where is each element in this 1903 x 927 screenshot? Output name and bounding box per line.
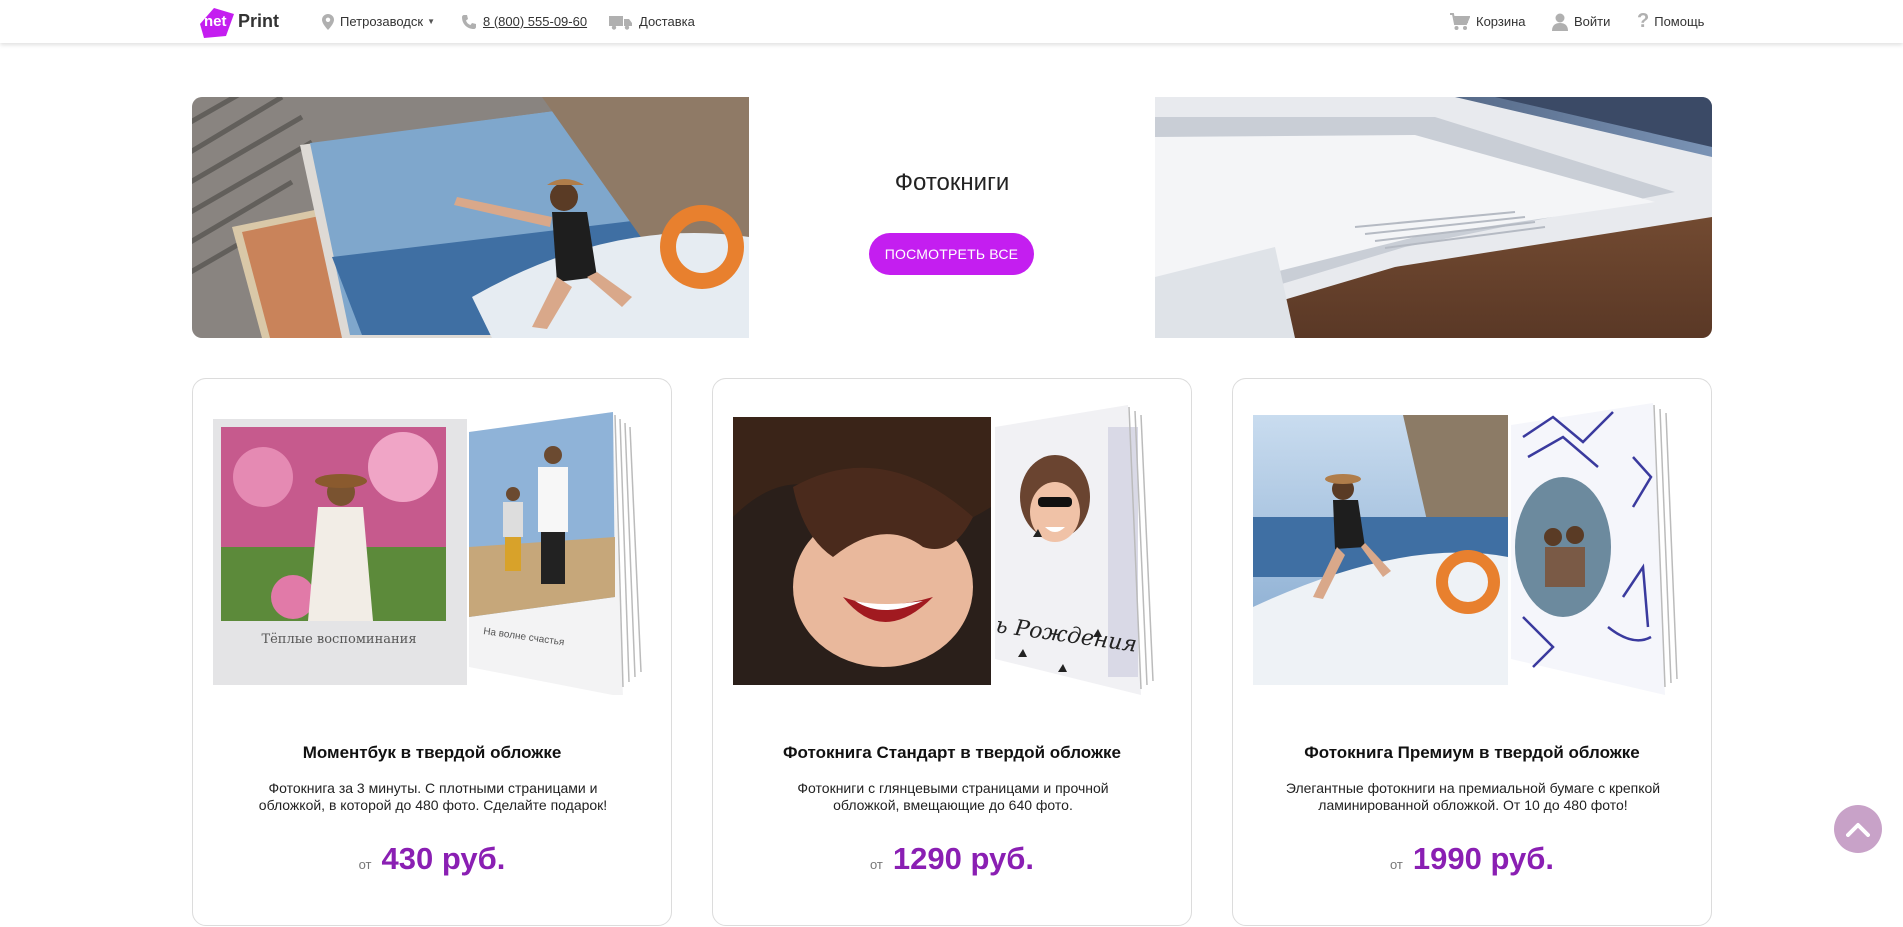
- location-pin-icon: [322, 13, 334, 30]
- price-value: 1990 руб.: [1412, 841, 1554, 876]
- price-value: 1290 руб.: [892, 841, 1034, 876]
- product-price: от 1990 руб.: [1233, 841, 1711, 877]
- cart-icon: [1450, 12, 1470, 30]
- delivery-link[interactable]: Доставка: [609, 0, 695, 43]
- cart-label: Корзина: [1476, 14, 1526, 29]
- help-label: Помощь: [1654, 14, 1705, 29]
- product-title[interactable]: Фотокнига Премиум в твердой обложке: [1233, 743, 1711, 763]
- product-price: от 1290 руб.: [713, 841, 1191, 877]
- product-card-momentbook[interactable]: Тёплые воспоминания На волне счастья Мом…: [192, 378, 672, 926]
- price-prefix: от: [869, 857, 883, 872]
- help-link[interactable]: ? Помощь: [1637, 0, 1704, 43]
- price-prefix: от: [358, 857, 372, 872]
- logo-net-text: net: [204, 12, 227, 30]
- cart-link[interactable]: Корзина: [1450, 0, 1526, 43]
- price-prefix: от: [1389, 857, 1403, 872]
- banner-left-image: [192, 97, 749, 338]
- product-price: от 430 руб.: [193, 841, 671, 877]
- top-header: net Print Петрозаводск ▼ 8 (800) 555-09-…: [0, 0, 1903, 43]
- truck-icon: [609, 15, 632, 30]
- product-image-momentbook: Тёплые воспоминания На волне счастья: [213, 397, 653, 695]
- user-icon: [1552, 13, 1568, 31]
- product-title[interactable]: Фотокнига Стандарт в твердой обложке: [713, 743, 1191, 763]
- logo-badge: net: [196, 4, 238, 40]
- product-description: Фотокниги с глянцевыми страницами и проч…: [797, 780, 1109, 813]
- netprint-logo[interactable]: net Print: [196, 3, 279, 40]
- banner-center: Фотокниги ПОСМОТРЕТЬ ВСЕ: [749, 97, 1155, 338]
- city-selector[interactable]: Петрозаводск ▼: [322, 0, 435, 43]
- cover-caption: Тёплые воспоминания: [261, 632, 416, 647]
- logo-print-text: Print: [238, 11, 280, 31]
- delivery-label: Доставка: [639, 14, 695, 29]
- phone-link[interactable]: 8 (800) 555-09-60: [461, 0, 587, 43]
- product-image-premium: [1253, 397, 1693, 695]
- question-icon: ?: [1637, 10, 1650, 32]
- login-label: Войти: [1574, 14, 1611, 29]
- view-all-button[interactable]: ПОСМОТРЕТЬ ВСЕ: [869, 233, 1034, 275]
- chevron-down-icon: ▼: [427, 17, 435, 26]
- phone-icon: [462, 14, 476, 29]
- product-card-premium[interactable]: Фотокнига Премиум в твердой обложке Элег…: [1232, 378, 1712, 926]
- login-link[interactable]: Войти: [1552, 0, 1610, 43]
- banner-right-image: [1155, 97, 1712, 338]
- product-description: Фотокнига за 3 минуты. С плотными страни…: [258, 780, 608, 813]
- banner-title: Фотокниги: [894, 169, 1010, 196]
- product-title[interactable]: Моментбук в твердой обложке: [193, 743, 671, 763]
- scroll-to-top-button[interactable]: [1834, 805, 1882, 853]
- phone-number: 8 (800) 555-09-60: [483, 14, 588, 29]
- price-value: 430 руб.: [381, 841, 506, 876]
- product-description: Элегантные фотокниги на премиальной бума…: [1285, 780, 1661, 813]
- product-image-standard: ь Рождения: [733, 397, 1173, 695]
- photobooks-banner: Фотокниги ПОСМОТРЕТЬ ВСЕ: [192, 97, 1712, 338]
- city-label: Петрозаводск: [340, 14, 424, 29]
- product-card-standard[interactable]: ь Рождения Фотокнига Стандарт в твердой …: [712, 378, 1192, 926]
- chevron-up-icon: [1846, 823, 1870, 837]
